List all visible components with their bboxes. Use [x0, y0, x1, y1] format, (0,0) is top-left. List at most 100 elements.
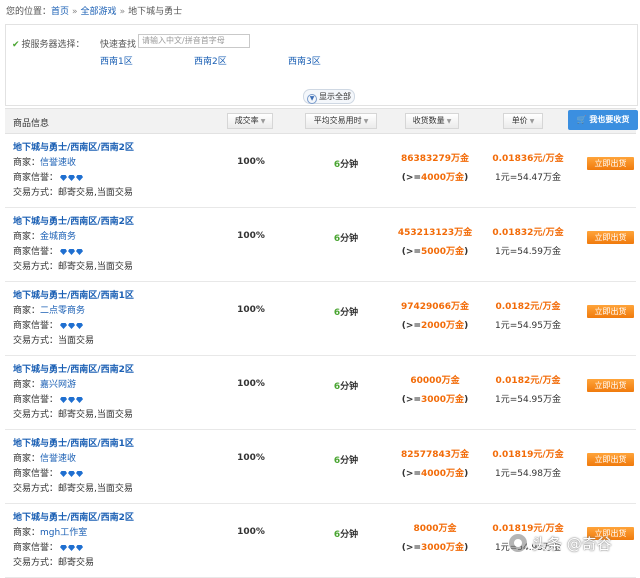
credit-diamonds: [60, 470, 84, 480]
breadcrumb-prefix: 您的位置：: [6, 7, 52, 17]
credit-diamonds: [60, 322, 84, 332]
diamond-icon: [60, 397, 68, 403]
trade-methods: 邮寄交易,当面交易: [58, 262, 133, 272]
seller-name-link[interactable]: 二点零商务: [40, 306, 85, 316]
trade-methods: 当面交易: [58, 336, 95, 346]
receive-quantity: 86383279万金 (>=4000万金): [385, 151, 485, 183]
server-link-xinan-3[interactable]: 西南3区: [288, 54, 321, 67]
price-per-yuan: 1元=54.59万金: [494, 247, 562, 257]
listing-title-link[interactable]: 地下城与勇士/西南区/西南1区: [13, 288, 134, 301]
unit-price: 0.0182元/万金 1元=54.95万金: [483, 299, 573, 331]
server-filter-label: ✔ 按服务器选择：: [12, 40, 85, 50]
min-quantity: (>=2000万金): [401, 321, 469, 331]
trade-methods: 邮寄交易,当面交易: [58, 410, 133, 420]
deal-rate: 100%: [237, 231, 265, 241]
sell-now-button[interactable]: 立即出货: [587, 379, 634, 392]
unit-price: 0.0182元/万金 1元=54.95万金: [483, 373, 573, 405]
price-per-yuan: 1元=54.47万金: [494, 173, 562, 183]
deal-rate: 100%: [237, 527, 265, 537]
sort-qty-button[interactable]: 收货数量 ▼: [405, 113, 459, 129]
avg-trade-time: 6分钟: [333, 382, 359, 392]
listing-title-link[interactable]: 地下城与勇士/西南区/西南1区: [13, 436, 134, 449]
show-all-button[interactable]: ▼ 显示全部: [303, 89, 355, 104]
seller-line: 商家：嘉兴网游: [13, 380, 77, 390]
listing-title-link[interactable]: 地下城与勇士/西南区/西南2区: [13, 362, 134, 375]
sort-price-button[interactable]: 单价 ▼: [503, 113, 543, 129]
seller-name-link[interactable]: 金城商务: [40, 232, 76, 242]
sell-now-button[interactable]: 立即出货: [587, 231, 634, 244]
seller-name-link[interactable]: 嘉兴网游: [40, 380, 76, 390]
breadcrumb-home-link[interactable]: 首页: [51, 7, 69, 17]
trade-line: 交易方式：邮寄交易,当面交易: [13, 188, 133, 198]
quick-search-input[interactable]: 请输入中文/拼音首字母: [138, 34, 250, 48]
listing-table: 地下城与勇士/西南区/西南2区 商家：信誉速收 商家信誉： 交易方式：邮寄交易,当面交…: [5, 134, 636, 578]
diamond-icon: [60, 323, 68, 329]
seller-line: 商家：信誉速收: [13, 454, 77, 464]
diamond-icon: [68, 397, 76, 403]
credit-diamonds: [60, 544, 84, 554]
unit-price: 0.01832元/万金 1元=54.59万金: [483, 225, 573, 257]
listing-title-link[interactable]: 地下城与勇士/西南区/西南2区: [13, 140, 134, 153]
min-quantity: (>=3000万金): [401, 395, 469, 405]
trade-line: 交易方式：邮寄交易: [13, 558, 95, 568]
breadcrumb-separator: »: [72, 7, 78, 17]
watermark-logo-icon: [508, 533, 528, 553]
sell-too-button[interactable]: 🛒 我也要收货: [568, 110, 638, 130]
server-link-xinan-2[interactable]: 西南2区: [194, 54, 227, 67]
unit-price: 0.01819元/万金 1元=54.98万金: [483, 447, 573, 479]
credit-line: 商家信誉：: [13, 170, 84, 184]
table-header: 商品信息 成交率 ▼ 平均交易用时 ▼ 收货数量 ▼ 单价 ▼ 🛒 我也要收货: [5, 108, 638, 134]
price-per-yuan: 1元=54.95万金: [494, 321, 562, 331]
watermark: 头条 @奇谷: [508, 530, 636, 558]
breadcrumb-all-games-link[interactable]: 全部游戏: [81, 7, 117, 17]
receive-quantity: 8000万金 (>=3000万金): [385, 521, 485, 553]
diamond-icon: [60, 471, 68, 477]
diamond-icon: [68, 545, 76, 551]
avg-trade-time: 6分钟: [333, 234, 359, 244]
seller-name-link[interactable]: mgh工作室: [40, 528, 87, 538]
sell-now-button[interactable]: 立即出货: [587, 453, 634, 466]
sell-now-button[interactable]: 立即出货: [587, 305, 634, 318]
sort-arrow-icon: ▼: [446, 118, 452, 125]
min-quantity: (>=4000万金): [401, 173, 469, 183]
trade-methods: 邮寄交易,当面交易: [58, 484, 133, 494]
trade-methods: 邮寄交易,当面交易: [58, 188, 133, 198]
chevron-down-icon: ▼: [307, 94, 317, 104]
diamond-icon: [68, 175, 76, 181]
check-icon: ✔: [12, 40, 20, 50]
server-link-xinan-1[interactable]: 西南1区: [100, 54, 133, 67]
sort-time-button[interactable]: 平均交易用时 ▼: [305, 113, 377, 129]
credit-line: 商家信誉：: [13, 244, 84, 258]
credit-line: 商家信誉：: [13, 392, 84, 406]
breadcrumb: 您的位置：首页» 全部游戏» 地下城与勇士: [6, 4, 182, 17]
seller-name-link[interactable]: 信誉速收: [40, 454, 76, 464]
trade-line: 交易方式：邮寄交易,当面交易: [13, 262, 133, 272]
avg-trade-time: 6分钟: [333, 530, 359, 540]
diamond-icon: [60, 249, 68, 255]
avg-trade-time: 6分钟: [333, 160, 359, 170]
diamond-icon: [76, 397, 84, 403]
credit-line: 商家信誉：: [13, 466, 84, 480]
listing-title-link[interactable]: 地下城与勇士/西南区/西南2区: [13, 510, 134, 523]
credit-diamonds: [60, 248, 84, 258]
diamond-icon: [60, 545, 68, 551]
deal-rate: 100%: [237, 379, 265, 389]
diamond-icon: [68, 249, 76, 255]
deal-rate: 100%: [237, 453, 265, 463]
server-filter-panel: ✔ 按服务器选择： 快速查找 请输入中文/拼音首字母 西南1区 西南2区 西南3区…: [5, 24, 638, 106]
diamond-icon: [76, 323, 84, 329]
table-row: 地下城与勇士/西南区/西南1区 商家：二点零商务 商家信誉： 交易方式：当面交易 100…: [5, 282, 636, 356]
seller-line: 商家：二点零商务: [13, 306, 86, 316]
credit-line: 商家信誉：: [13, 318, 84, 332]
sell-now-button[interactable]: 立即出货: [587, 157, 634, 170]
trade-line: 交易方式：邮寄交易,当面交易: [13, 410, 133, 420]
sort-arrow-icon: ▼: [529, 118, 535, 125]
seller-name-link[interactable]: 信誉速收: [40, 158, 76, 168]
sort-rate-button[interactable]: 成交率 ▼: [227, 113, 273, 129]
credit-diamonds: [60, 174, 84, 184]
min-quantity: (>=3000万金): [401, 543, 469, 553]
seller-line: 商家：mgh工作室: [13, 528, 88, 538]
listing-title-link[interactable]: 地下城与勇士/西南区/西南2区: [13, 214, 134, 227]
table-row: 地下城与勇士/西南区/西南2区 商家：信誉速收商家信誉： 交易方式：邮寄交易,当面交…: [5, 134, 636, 208]
seller-line: 商家：信誉速收: [13, 158, 77, 168]
